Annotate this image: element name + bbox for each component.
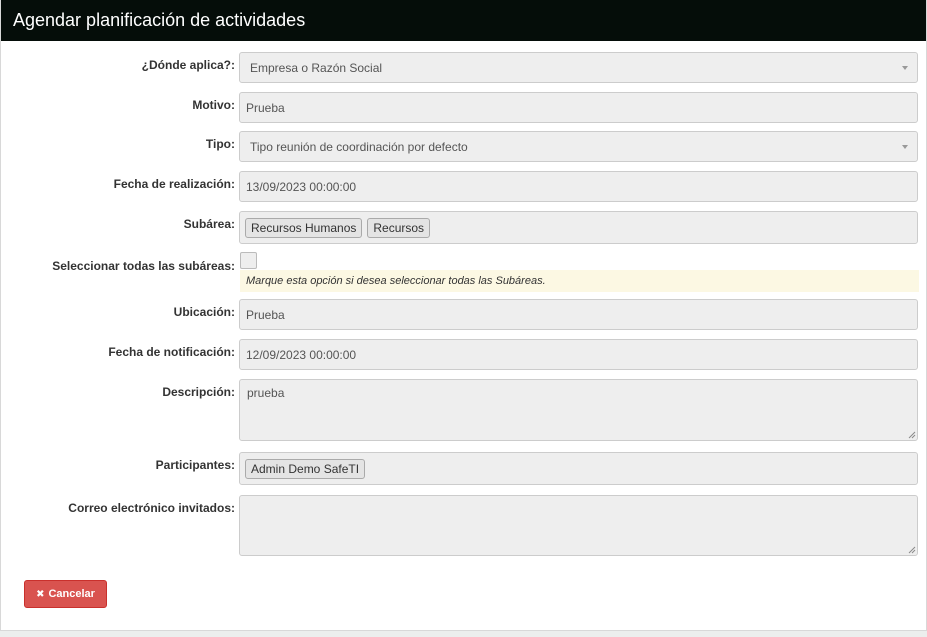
tipo-label: Tipo:	[205, 137, 235, 151]
correo-invitados-textarea[interactable]	[239, 495, 918, 556]
participantes-label: Participantes:	[155, 458, 235, 472]
donde-aplica-select[interactable]: Empresa o Razón Social	[239, 52, 918, 83]
resize-grip-icon[interactable]	[908, 431, 916, 439]
descripcion-label: Descripción:	[162, 385, 235, 399]
cancel-button[interactable]: ✖ Cancelar	[24, 580, 107, 608]
ubicacion-value: Prueba	[246, 307, 285, 322]
fecha-notificacion-label: Fecha de notificación:	[108, 345, 235, 359]
resize-grip-icon[interactable]	[908, 546, 916, 554]
participante-tag[interactable]: Admin Demo SafeTI	[245, 458, 366, 479]
ubicacion-label: Ubicación:	[173, 305, 235, 319]
ubicacion-input[interactable]: Prueba	[239, 299, 918, 330]
donde-aplica-label: ¿Dónde aplica?:	[141, 58, 235, 72]
subarea-tag[interactable]: Recursos	[367, 217, 431, 238]
fecha-realizacion-input[interactable]: 13/09/2023 00:00:00	[239, 171, 918, 202]
chevron-down-icon	[902, 66, 908, 70]
modal-dialog: Agendar planificación de actividades ¿Dó…	[0, 0, 927, 631]
page-footer-strip	[0, 631, 927, 637]
fecha-notificacion-value: 12/09/2023 00:00:00	[246, 347, 357, 362]
participantes-multiselect[interactable]: Admin Demo SafeTI	[239, 452, 918, 485]
motivo-input[interactable]: Prueba	[239, 92, 918, 123]
fecha-realizacion-label: Fecha de realización:	[113, 177, 235, 191]
modal-header: Agendar planificación de actividades	[1, 0, 926, 41]
motivo-value: Prueba	[246, 100, 285, 115]
chevron-down-icon	[902, 145, 908, 149]
subarea-multiselect[interactable]: Recursos Humanos Recursos	[239, 211, 918, 244]
correo-invitados-label: Correo electrónico invitados:	[68, 501, 235, 515]
fecha-realizacion-value: 13/09/2023 00:00:00	[246, 179, 357, 194]
seleccionar-todas-help: Marque esta opción si desea seleccionar …	[240, 270, 919, 292]
seleccionar-todas-checkbox[interactable]	[240, 252, 257, 269]
seleccionar-todas-label: Seleccionar todas las subáreas:	[52, 259, 235, 273]
modal-title: Agendar planificación de actividades	[13, 10, 306, 30]
cancel-button-label: Cancelar	[48, 588, 95, 600]
fecha-notificacion-input[interactable]: 12/09/2023 00:00:00	[239, 339, 918, 370]
tipo-value: Tipo reunión de coordinación por defecto	[250, 139, 468, 154]
descripcion-textarea[interactable]: prueba	[239, 379, 918, 441]
descripcion-value: prueba	[247, 386, 285, 400]
motivo-label: Motivo:	[192, 98, 235, 112]
subarea-tag[interactable]: Recursos Humanos	[245, 217, 363, 238]
subarea-label: Subárea:	[183, 217, 235, 231]
donde-aplica-value: Empresa o Razón Social	[250, 60, 383, 75]
tipo-select[interactable]: Tipo reunión de coordinación por defecto	[239, 131, 918, 162]
times-icon: ✖	[36, 588, 45, 600]
